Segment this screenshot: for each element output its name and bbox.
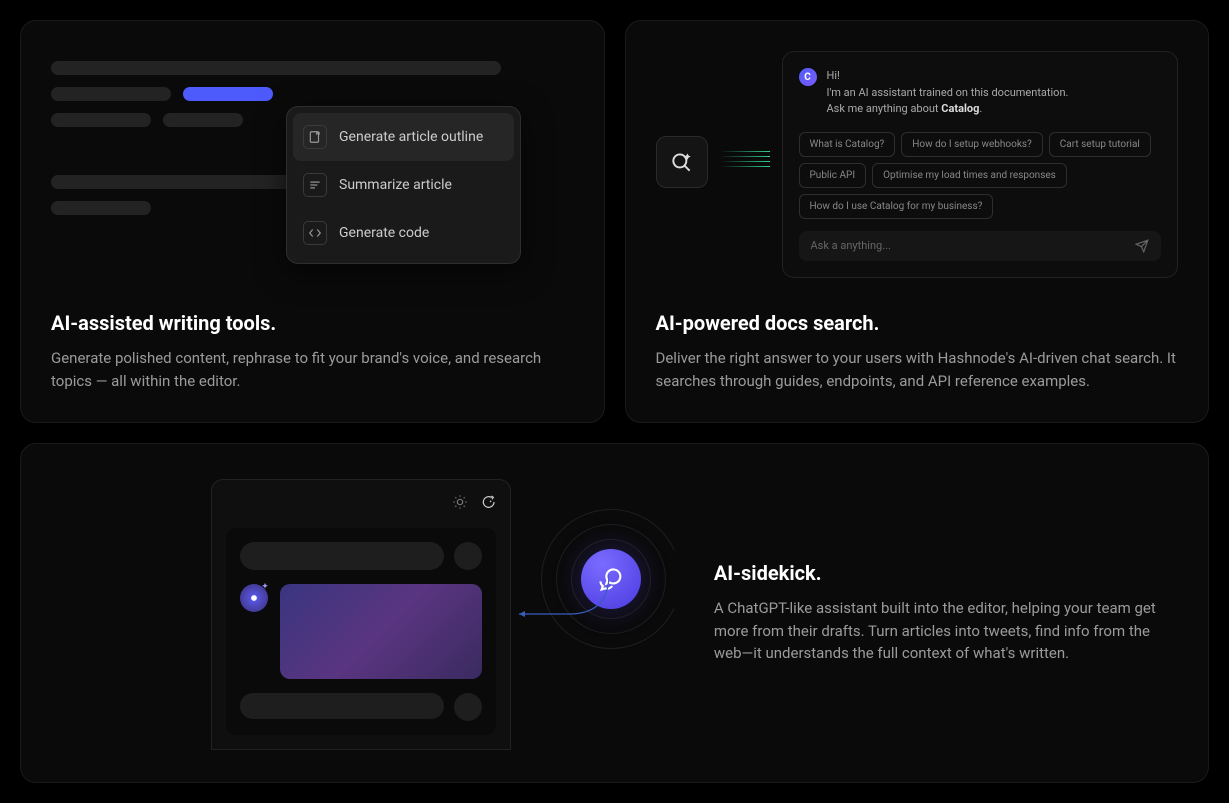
menu-label: Generate article outline bbox=[339, 129, 483, 145]
sun-icon[interactable] bbox=[452, 494, 468, 510]
ai-avatar-icon bbox=[240, 584, 268, 612]
card-title: AI-sidekick. bbox=[714, 561, 1168, 585]
skeleton-bar bbox=[240, 693, 444, 719]
send-icon[interactable] bbox=[1135, 239, 1149, 253]
connector-lines bbox=[720, 151, 770, 167]
chat-bubble-icon bbox=[581, 549, 641, 609]
chat-panel: C Hi! I'm an AI assistant trained on thi… bbox=[782, 51, 1179, 278]
card-description: A ChatGPT-like assistant built into the … bbox=[714, 597, 1168, 665]
chip-optimise-load[interactable]: Optimise my load times and responses bbox=[872, 163, 1067, 188]
docs-search-card: C Hi! I'm an AI assistant trained on thi… bbox=[625, 20, 1210, 423]
card-title: AI-powered docs search. bbox=[656, 311, 1179, 335]
skeleton-bar bbox=[240, 542, 444, 570]
menu-generate-outline[interactable]: Generate article outline bbox=[293, 113, 514, 161]
code-icon bbox=[303, 221, 327, 245]
chip-public-api[interactable]: Public API bbox=[799, 163, 867, 188]
card-description: Generate polished content, rephrase to f… bbox=[51, 347, 574, 392]
card-description: Deliver the right answer to your users w… bbox=[656, 347, 1179, 392]
card-title: AI-assisted writing tools. bbox=[51, 311, 574, 335]
skeleton-avatar bbox=[454, 693, 482, 721]
menu-generate-code[interactable]: Generate code bbox=[293, 209, 514, 257]
chip-setup-webhooks[interactable]: How do I setup webhooks? bbox=[901, 132, 1043, 157]
magnifier-sparkle-icon bbox=[669, 149, 695, 175]
concentric-rings bbox=[531, 499, 674, 659]
writing-tools-illustration: Generate article outline Summarize artic… bbox=[51, 51, 574, 281]
chat-input-placeholder: Ask a anything... bbox=[811, 239, 891, 252]
assistant-avatar: C bbox=[799, 68, 817, 86]
ai-search-icon-box bbox=[656, 136, 708, 188]
assistant-greeting: Hi! I'm an AI assistant trained on this … bbox=[827, 68, 1069, 118]
menu-label: Generate code bbox=[339, 225, 429, 241]
skeleton-avatar bbox=[454, 542, 482, 570]
sidekick-card: AI-sidekick. A ChatGPT-like assistant bu… bbox=[20, 443, 1209, 783]
summarize-icon bbox=[303, 173, 327, 197]
docs-search-illustration: C Hi! I'm an AI assistant trained on thi… bbox=[656, 51, 1179, 281]
menu-summarize[interactable]: Summarize article bbox=[293, 161, 514, 209]
editor-mock-panel bbox=[211, 479, 511, 750]
outline-icon bbox=[303, 125, 327, 149]
chip-cart-tutorial[interactable]: Cart setup tutorial bbox=[1049, 132, 1151, 157]
ai-context-menu: Generate article outline Summarize artic… bbox=[286, 106, 521, 264]
sidekick-illustration bbox=[21, 444, 674, 782]
chip-what-is-catalog[interactable]: What is Catalog? bbox=[799, 132, 896, 157]
suggestion-chips: What is Catalog? How do I setup webhooks… bbox=[799, 132, 1162, 219]
new-chat-icon[interactable] bbox=[480, 494, 496, 510]
chat-input[interactable]: Ask a anything... bbox=[799, 231, 1162, 261]
ai-response-block bbox=[280, 584, 482, 679]
writing-tools-card: Generate article outline Summarize artic… bbox=[20, 20, 605, 423]
chip-business-use[interactable]: How do I use Catalog for my business? bbox=[799, 194, 994, 219]
menu-label: Summarize article bbox=[339, 177, 452, 193]
